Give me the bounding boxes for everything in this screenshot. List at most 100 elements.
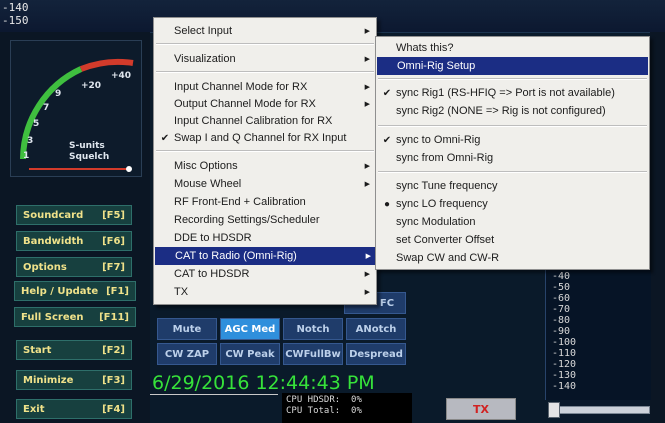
menu-item-label: Visualization xyxy=(174,53,236,65)
s-scale-label: 3 xyxy=(27,136,34,146)
button-label: AGC Med xyxy=(224,323,276,335)
checkmark-icon: ✔ xyxy=(382,134,392,146)
submenu-arrow-icon: ▶ xyxy=(364,28,370,35)
bandwidth-button[interactable]: Bandwidth [F6] xyxy=(16,231,132,251)
options-button[interactable]: Options [F7] xyxy=(16,257,132,277)
button-key: [F5] xyxy=(102,209,125,221)
cat-submenu: Whats this? Omni-Rig Setup ✔ sync Rig1 (R… xyxy=(375,36,650,270)
cw-fullbw-button[interactable]: CWFullBw xyxy=(283,343,343,365)
button-label: Notch xyxy=(296,323,330,335)
submenu-arrow-icon: ▶ xyxy=(364,84,370,91)
notch-button[interactable]: Notch xyxy=(283,318,343,340)
level-scale: -40 -50 -60 -70 -80 -90 -100 -110 -120 -… xyxy=(545,270,651,400)
menu-item-cat-to-radio[interactable]: CAT to Radio (Omni-Rig) ▶ xyxy=(155,247,377,265)
submenu-item-omni-rig-setup[interactable]: Omni-Rig Setup xyxy=(377,57,648,75)
menu-item-label: Input Channel Calibration for RX xyxy=(174,115,333,127)
menu-item-label: sync Modulation xyxy=(396,216,476,228)
minimize-button[interactable]: Minimize [F3] xyxy=(16,370,132,390)
menu-item-label: sync Rig2 (NONE => Rig is not configured… xyxy=(396,105,606,117)
menu-item-label: sync LO frequency xyxy=(396,198,488,210)
submenu-arrow-icon: ▶ xyxy=(365,253,371,260)
button-label: Despread xyxy=(349,348,403,360)
full-screen-button[interactable]: Full Screen [F11] xyxy=(14,307,136,327)
menu-item-input-calibration[interactable]: Input Channel Calibration for RX xyxy=(154,112,376,130)
menu-item-recording-settings[interactable]: Recording Settings/Scheduler xyxy=(154,211,376,229)
submenu-arrow-icon: ▶ xyxy=(364,101,370,108)
menu-item-input-channel-mode[interactable]: Input Channel Mode for RX ▶ xyxy=(154,78,376,96)
menu-separator xyxy=(156,43,374,45)
scale-tick: -120 xyxy=(552,359,577,370)
menu-item-swap-iq[interactable]: ✔ Swap I and Q Channel for RX Input xyxy=(154,129,376,147)
exit-button[interactable]: Exit [F4] xyxy=(16,399,132,419)
scale-tick: -40 xyxy=(552,271,571,282)
s-meter: +20 +40 9 7 5 3 1 S-units Squelch xyxy=(10,40,142,177)
submenu-arrow-icon: ▶ xyxy=(364,271,370,278)
button-label: Minimize xyxy=(23,374,74,386)
submenu-item-sync-lo-frequency[interactable]: ● sync LO frequency xyxy=(376,195,649,213)
menu-item-cat-to-hdsdr[interactable]: CAT to HDSDR ▶ xyxy=(154,265,376,283)
button-label: Exit xyxy=(23,403,45,415)
submenu-arrow-icon: ▶ xyxy=(364,56,370,63)
button-label: Soundcard xyxy=(23,209,84,221)
anotch-button[interactable]: ANotch xyxy=(346,318,406,340)
cw-peak-button[interactable]: CW Peak xyxy=(220,343,280,365)
tx-button[interactable]: TX xyxy=(446,398,516,420)
scale-tick: -110 xyxy=(552,348,577,359)
button-label: Full Screen xyxy=(21,311,84,323)
menu-item-label: Swap CW and CW-R xyxy=(396,252,500,264)
menu-item-label: DDE to HDSDR xyxy=(174,232,252,244)
menu-item-mouse-wheel[interactable]: Mouse Wheel ▶ xyxy=(154,175,376,193)
s-scale-label: 7 xyxy=(43,103,50,113)
submenu-arrow-icon: ▶ xyxy=(364,289,370,296)
s-scale-label: 1 xyxy=(23,151,30,161)
cw-zap-button[interactable]: CW ZAP xyxy=(157,343,217,365)
cpu-hdsdr-label: CPU HDSDR: 0% xyxy=(286,395,362,405)
submenu-item-sync-from-omni-rig[interactable]: sync from Omni-Rig xyxy=(376,149,649,167)
despread-button[interactable]: Despread xyxy=(346,343,406,365)
menu-item-visualization[interactable]: Visualization ▶ xyxy=(154,50,376,68)
start-button[interactable]: Start [F2] xyxy=(16,340,132,360)
submenu-item-sync-to-omni-rig[interactable]: ✔ sync to Omni-Rig xyxy=(376,131,649,149)
submenu-item-sync-tune-frequency[interactable]: sync Tune frequency xyxy=(376,177,649,195)
menu-item-label: Swap I and Q Channel for RX Input xyxy=(174,132,347,144)
menu-item-label: TX xyxy=(174,286,189,298)
submenu-item-swap-cw[interactable]: Swap CW and CW-R xyxy=(376,249,649,267)
button-label: Help / Update xyxy=(21,285,99,297)
menu-item-dde-to-hdsdr[interactable]: DDE to HDSDR xyxy=(154,229,376,247)
menu-item-label: Output Channel Mode for RX xyxy=(174,98,316,110)
cpu-usage-box: CPU HDSDR: 0% CPU Total: 0% xyxy=(282,393,412,423)
menu-item-output-channel-mode[interactable]: Output Channel Mode for RX ▶ xyxy=(154,95,376,113)
submenu-arrow-icon: ▶ xyxy=(364,181,370,188)
mute-button[interactable]: Mute xyxy=(157,318,217,340)
menu-item-label: sync Rig1 (RS-HFIQ => Port is not availa… xyxy=(396,87,615,99)
scale-tick: -140 xyxy=(552,381,577,392)
menu-item-label: Input Channel Mode for RX xyxy=(174,81,308,93)
submenu-item-sync-rig1[interactable]: ✔ sync Rig1 (RS-HFIQ => Port is not avail… xyxy=(376,84,649,102)
help-update-button[interactable]: Help / Update [F1] xyxy=(14,281,136,301)
button-label: CW ZAP xyxy=(164,348,210,360)
level-slider-track[interactable] xyxy=(548,406,650,414)
scale-tick: -70 xyxy=(552,304,571,315)
submenu-item-set-converter-offset[interactable]: set Converter Offset xyxy=(376,231,649,249)
s-scale-label: 9 xyxy=(55,89,62,99)
submenu-item-whats-this[interactable]: Whats this? xyxy=(376,39,649,57)
submenu-item-sync-modulation[interactable]: sync Modulation xyxy=(376,213,649,231)
button-label: ANotch xyxy=(355,323,397,335)
right-edge-panel xyxy=(650,32,665,423)
soundcard-button[interactable]: Soundcard [F5] xyxy=(16,205,132,225)
menu-item-tx[interactable]: TX ▶ xyxy=(154,283,376,301)
button-key: [F4] xyxy=(102,403,125,415)
submenu-item-sync-rig2[interactable]: sync Rig2 (NONE => Rig is not configured… xyxy=(376,102,649,120)
level-slider-handle[interactable] xyxy=(548,402,560,418)
menu-item-label: set Converter Offset xyxy=(396,234,495,246)
menu-item-misc-options[interactable]: Misc Options ▶ xyxy=(154,157,376,175)
menu-item-select-input[interactable]: Select Input ▶ xyxy=(154,22,376,40)
button-key: [F7] xyxy=(102,261,125,273)
menu-item-label: Select Input xyxy=(174,25,233,37)
radio-dot-icon: ● xyxy=(383,198,391,210)
button-label: Bandwidth xyxy=(23,235,84,247)
button-label: Mute xyxy=(172,323,202,335)
button-label: Options xyxy=(23,261,67,273)
agc-med-button[interactable]: AGC Med xyxy=(220,318,280,340)
menu-item-rf-front-end[interactable]: RF Front-End + Calibration xyxy=(154,193,376,211)
